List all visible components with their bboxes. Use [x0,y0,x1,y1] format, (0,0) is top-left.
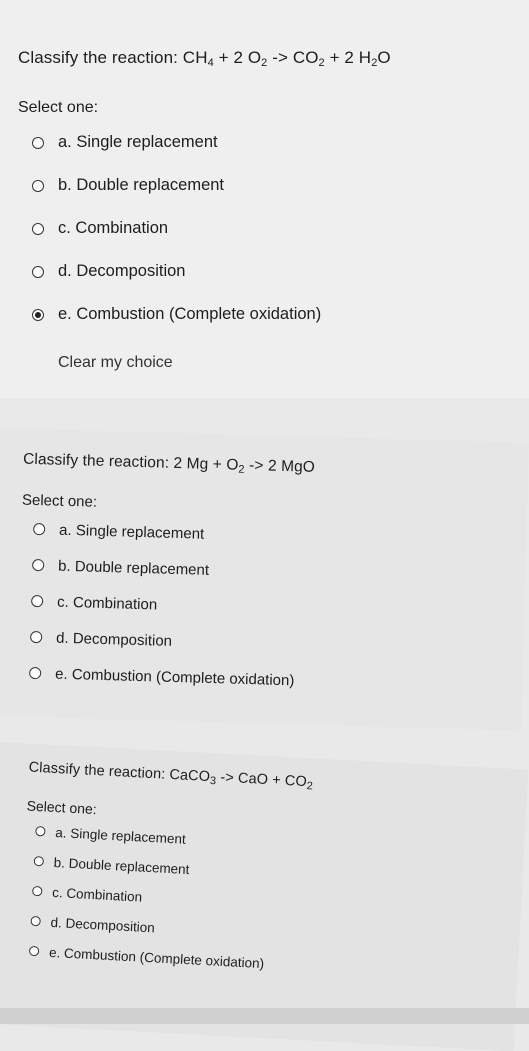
radio-unchecked-icon[interactable] [29,666,42,680]
radio-unchecked-icon[interactable] [32,136,44,149]
question-3: Classify the reaction: CaCO3 -> CaO + CO… [0,742,529,1051]
question-2: Classify the reaction: 2 Mg + O2 -> 2 Mg… [0,428,529,731]
question-1-stem: Classify the reaction: CH4 + 2 O2 -> CO2… [18,48,391,69]
radio-unchecked-icon[interactable] [31,885,43,897]
option-label: e. Combustion (Complete oxidation) [54,665,295,689]
radio-unchecked-icon[interactable] [30,915,41,927]
q1-option-c[interactable]: c. Combination [32,207,529,250]
radio-unchecked-icon[interactable] [31,594,44,608]
option-label: a. Single replacement [58,521,205,543]
option-label: b. Double replacement [58,176,225,194]
option-label: b. Double replacement [53,854,190,877]
q1-option-d[interactable]: d. Decomposition [32,250,529,293]
q1-option-e[interactable]: e. Combustion (Complete oxidation) [32,293,529,336]
radio-unchecked-icon[interactable] [32,222,44,235]
option-label: c. Combination [56,593,158,613]
radio-unchecked-icon[interactable] [32,179,44,192]
option-label: b. Double replacement [57,557,210,579]
q1-option-b[interactable]: b. Double replacement [32,164,529,207]
radio-unchecked-icon[interactable] [32,265,44,278]
radio-unchecked-icon[interactable] [35,825,46,837]
radio-unchecked-icon[interactable] [30,630,43,644]
radio-checked-icon[interactable] [32,308,44,321]
question-3-stem: Classify the reaction: CaCO3 -> CaO + CO… [28,759,314,793]
option-label: d. Decomposition [50,914,156,935]
radio-unchecked-icon[interactable] [28,945,40,957]
select-one-label: Select one: [18,99,99,116]
option-label: c. Combination [51,884,143,905]
radio-unchecked-icon[interactable] [33,855,45,867]
option-label: a. Single replacement [54,824,187,847]
radio-unchecked-icon[interactable] [32,558,45,572]
option-label: d. Decomposition [58,262,186,280]
question-2-stem: Classify the reaction: 2 Mg + O2 -> 2 Mg… [22,450,316,476]
option-label: d. Decomposition [55,629,173,650]
option-label: c. Combination [58,219,169,237]
option-label: e. Combustion (Complete oxidation) [48,944,265,971]
question-1: Classify the reaction: CH4 + 2 O2 -> CO2… [0,0,529,398]
option-label: a. Single replacement [58,133,218,151]
footer-bar [0,1008,529,1024]
option-label: e. Combustion (Complete oxidation) [58,305,322,323]
clear-choice-link[interactable]: Clear my choice [58,354,529,372]
radio-unchecked-icon[interactable] [33,522,46,536]
q1-option-a[interactable]: a. Single replacement [32,121,529,164]
